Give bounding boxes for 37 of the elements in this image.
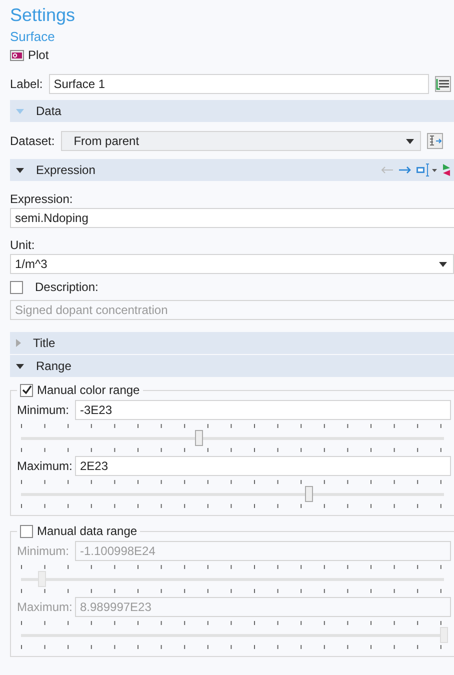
panel-title: Settings — [10, 4, 76, 26]
field-label: Maximum: — [17, 459, 74, 473]
field-label: Label: — [10, 77, 43, 91]
expression-field[interactable]: semi.Ndoping — [10, 208, 454, 228]
label-field[interactable]: Surface 1 — [48, 74, 429, 94]
section-header[interactable]: Data — [10, 100, 454, 122]
field-label: Dataset: — [10, 134, 55, 148]
checkbox[interactable] — [10, 280, 23, 294]
checkbox-label: Description: — [35, 280, 98, 294]
section-header[interactable]: Range — [10, 355, 454, 377]
field-label: Maximum: — [17, 600, 74, 614]
right-arrow-icon[interactable] — [398, 166, 412, 174]
label-options-icon[interactable] — [434, 76, 451, 92]
node-label: Plot — [28, 48, 49, 62]
slider-thumb[interactable] — [304, 486, 313, 502]
value-field[interactable]: 2E23 — [75, 456, 451, 476]
insert-expression-icon[interactable] — [416, 163, 438, 177]
field-label: Unit: — [10, 237, 36, 254]
section-header[interactable]: Title — [10, 332, 454, 354]
plot-icon — [10, 50, 24, 60]
left-arrow-icon[interactable] — [380, 166, 394, 174]
dataset-dropdown[interactable]: From parent — [60, 131, 421, 151]
checkbox[interactable] — [20, 384, 33, 396]
value-field[interactable]: -3E23 — [75, 400, 451, 420]
caret-icon — [406, 138, 414, 144]
section-header[interactable]: Expression — [10, 159, 454, 181]
node-type: Surface — [10, 28, 56, 46]
field-label: Minimum: — [17, 403, 70, 417]
checkbox[interactable] — [20, 524, 33, 538]
field-label: Minimum: — [17, 544, 70, 558]
unit-dropdown[interactable]: 1/m^3 — [10, 254, 454, 274]
slider-thumb[interactable] — [194, 430, 203, 446]
checkbox-label: Manual data range — [37, 524, 138, 538]
field-label: Expression: — [10, 191, 74, 208]
caret-icon — [439, 262, 447, 266]
dataset-options-icon[interactable] — [426, 133, 443, 149]
checkbox-label: Manual color range — [37, 383, 140, 397]
